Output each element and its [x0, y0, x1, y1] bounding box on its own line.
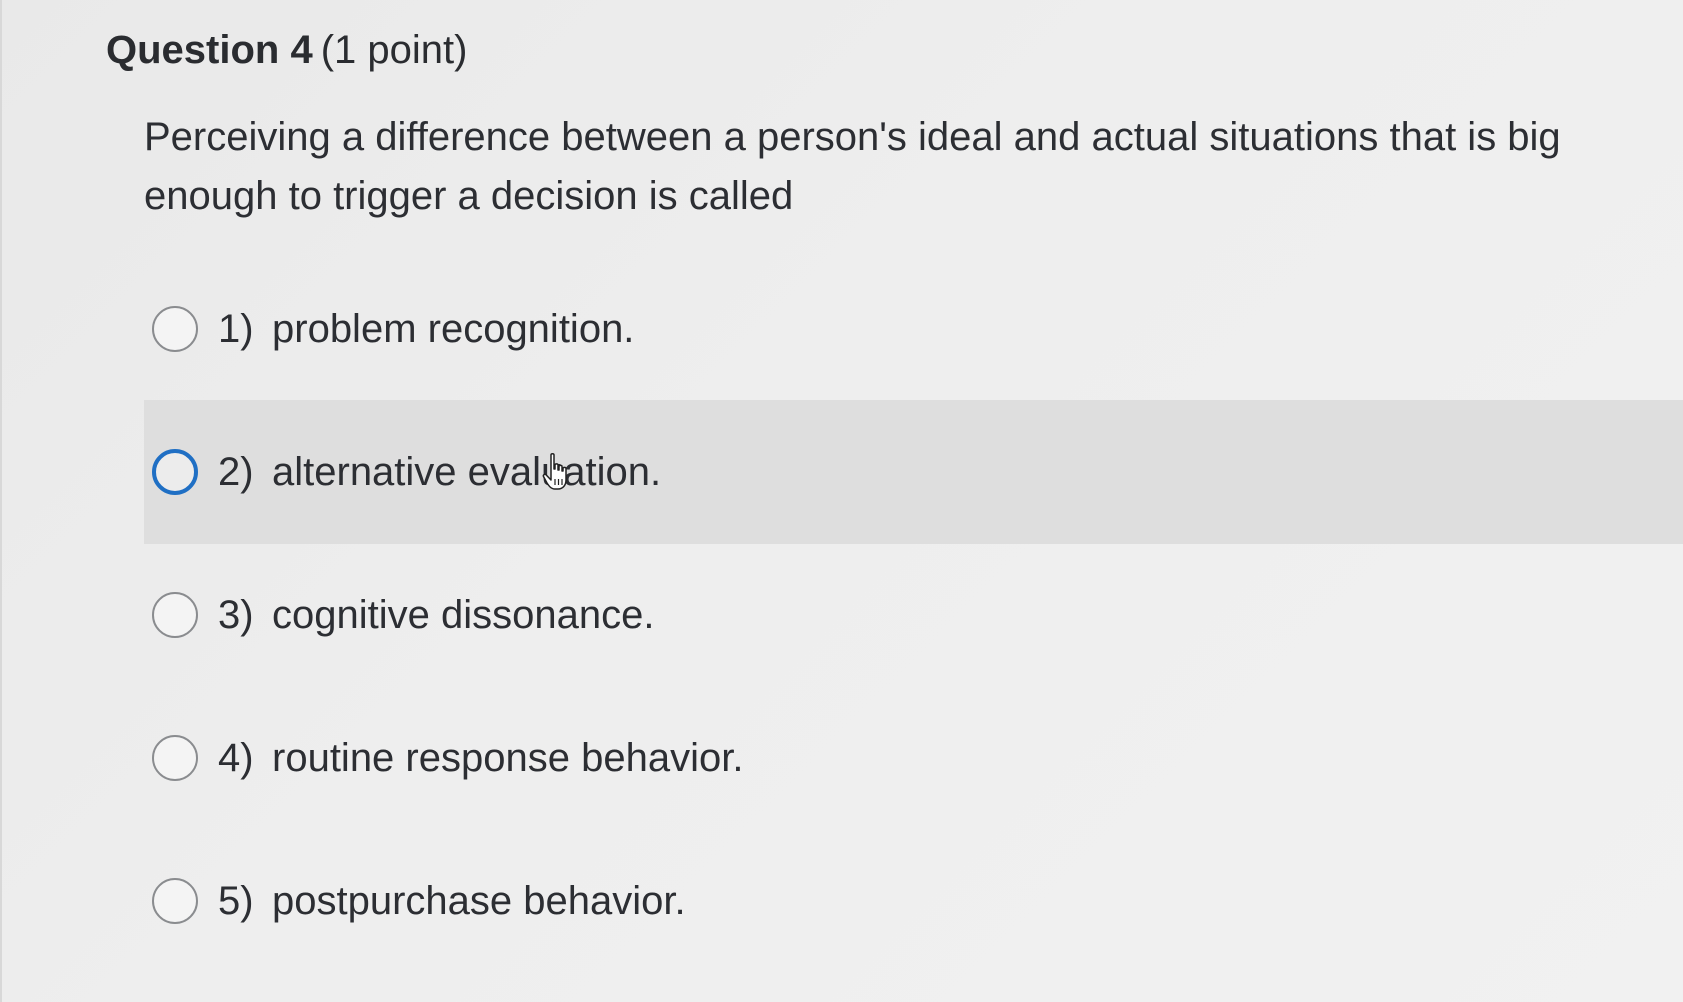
radio-button[interactable]	[152, 449, 198, 495]
question-header: Question 4 (1 point)	[106, 24, 467, 76]
answer-option-5[interactable]: 5) postpurchase behavior.	[144, 829, 1683, 973]
option-label[interactable]: routine response behavior.	[272, 736, 743, 781]
option-number: 5)	[218, 878, 254, 923]
question-prompt: Perceiving a difference between a person…	[144, 115, 1561, 218]
question-title: Question 4	[106, 28, 313, 72]
quiz-question: Question 4 (1 point) Perceiving a differe…	[0, 0, 1683, 1002]
option-label[interactable]: alternative evaluation.	[272, 450, 661, 495]
option-number: 4)	[218, 735, 254, 780]
radio-button[interactable]	[152, 878, 198, 924]
option-number: 3)	[218, 592, 254, 637]
radio-button[interactable]	[152, 306, 198, 352]
answer-option-4[interactable]: 4) routine response behavior.	[144, 686, 1683, 830]
answer-option-2[interactable]: 2) alternative evaluation.	[144, 400, 1683, 544]
hand-pointer-icon	[542, 452, 567, 490]
answer-option-1[interactable]: 1) problem recognition.	[144, 257, 1683, 401]
option-number: 2)	[218, 449, 254, 494]
radio-button[interactable]	[152, 735, 198, 781]
option-label[interactable]: postpurchase behavior.	[272, 879, 686, 924]
option-label[interactable]: problem recognition.	[272, 307, 634, 352]
radio-button[interactable]	[152, 592, 198, 638]
option-number: 1)	[218, 306, 254, 351]
option-label[interactable]: cognitive dissonance.	[272, 593, 654, 638]
answer-option-3[interactable]: 3) cognitive dissonance.	[144, 543, 1683, 687]
question-points: (1 point)	[320, 28, 468, 72]
